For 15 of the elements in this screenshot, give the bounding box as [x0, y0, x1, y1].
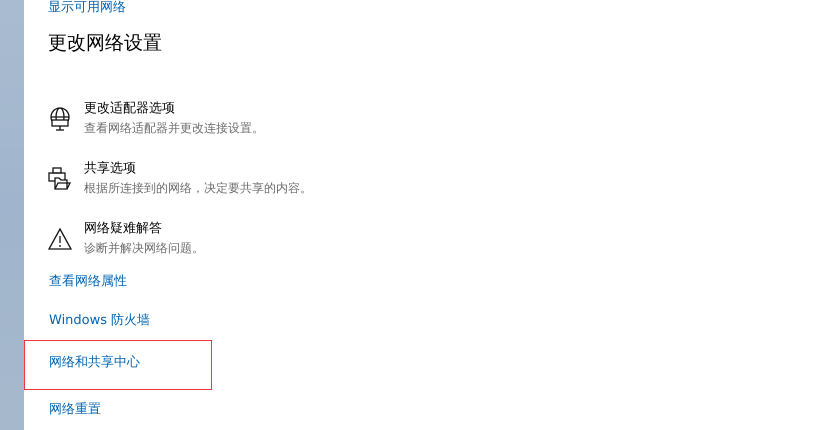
option-description: 诊断并解决网络问题。 [84, 240, 204, 256]
option-title[interactable]: 共享选项 [84, 160, 136, 177]
option-title[interactable]: 网络疑难解答 [84, 220, 162, 237]
option-description: 查看网络适配器并更改连接设置。 [84, 120, 264, 136]
settings-link[interactable]: 网络和共享中心 [49, 352, 140, 371]
show-networks-link[interactable]: 显示可用网络 [48, 0, 126, 16]
globe-monitor-icon [48, 106, 72, 131]
settings-link[interactable]: Windows 防火墙 [49, 311, 150, 330]
option-description: 根据所连接到的网络，决定要共享的内容。 [84, 180, 312, 196]
settings-link[interactable]: 网络重置 [49, 400, 101, 418]
warning-icon [48, 226, 72, 251]
settings-link[interactable]: 查看网络属性 [49, 272, 127, 290]
option-title[interactable]: 更改适配器选项 [84, 100, 175, 117]
printer-folder-icon [48, 166, 72, 191]
section-title: 更改网络设置 [48, 31, 162, 56]
